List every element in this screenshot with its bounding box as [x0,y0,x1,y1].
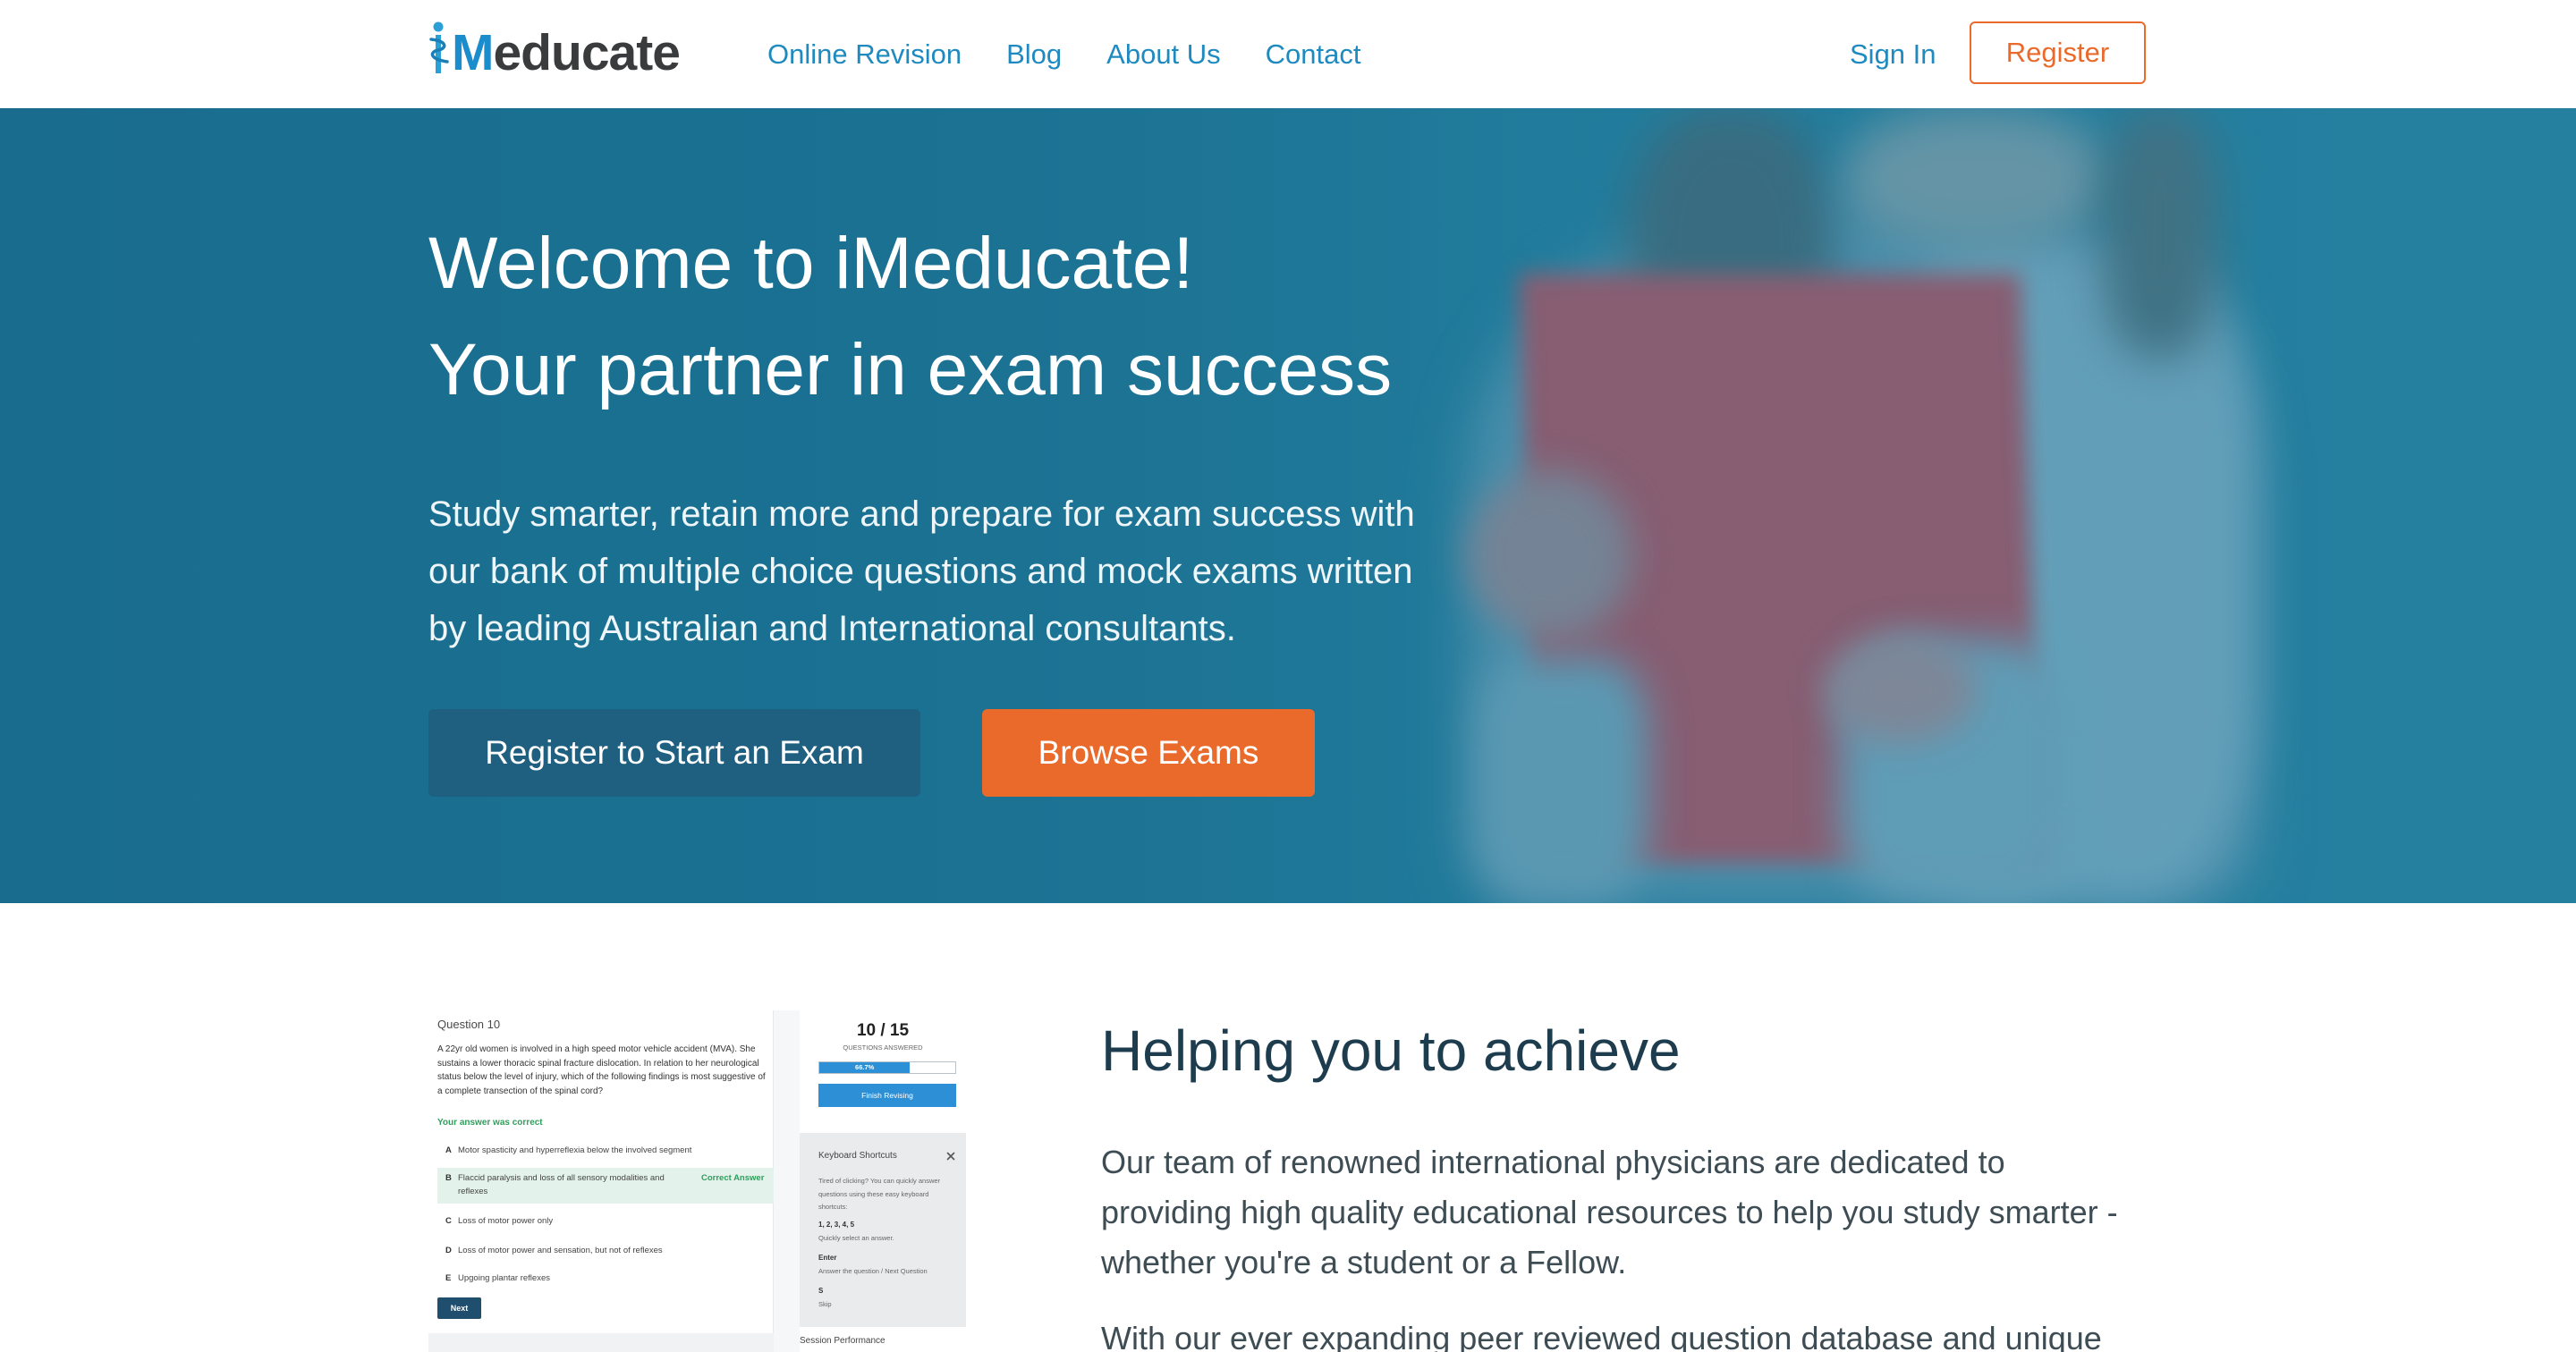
nav-about-us[interactable]: About Us [1106,38,1221,71]
hero-title-line-1: Welcome to iMeducate! [428,223,1194,304]
logo-accent-letter: M [452,24,494,81]
register-button[interactable]: Register [1970,21,2146,84]
option-text: Upgoing plantar reflexes [458,1273,550,1283]
hero-description: Study smarter, retain more and prepare f… [428,494,1415,648]
session-performance-label: Session Performance [800,1336,886,1346]
shortcut-item: S Skip [818,1285,953,1312]
hero-title: Welcome to iMeducate! Your partner in ex… [428,210,1392,423]
achieve-heading: Helping you to achieve [1101,1018,1681,1083]
shortcut-item: Enter Answer the question / Next Questio… [818,1252,953,1279]
sign-in-link[interactable]: Sign In [1850,0,1936,108]
shortcut-key: S [818,1287,824,1295]
option-letter: B [445,1173,452,1183]
shortcut-key: Enter [818,1254,837,1262]
shortcut-description: Answer the question / Next Question [818,1267,928,1275]
option-text: Loss of motor power only [458,1216,554,1226]
nav-online-revision[interactable]: Online Revision [767,38,962,71]
option-letter: D [445,1246,452,1255]
next-question-button: Next [437,1297,481,1319]
hero-title-line-2: Your partner in exam success [428,329,1393,410]
option-letter: C [445,1216,452,1226]
questions-answered-count: 10 / 15 [856,1021,910,1040]
progress-bar: 66.7% [818,1061,956,1074]
browse-exams-button[interactable]: Browse Exams [982,709,1315,797]
logo-rest-text: educate [493,24,680,81]
session-sidebar: 10 / 15 QUESTIONS ANSWERED 66.7% Finish … [800,1010,966,1352]
close-icon [946,1152,955,1161]
nav-contact[interactable]: Contact [1266,38,1361,71]
keyboard-shortcuts-intro: Tired of clicking? You can quickly answe… [818,1177,941,1211]
question-panel-footer [428,1333,774,1352]
logo[interactable]: Meducate [428,20,681,79]
option-letter: E [445,1273,452,1283]
logo-wordmark: Meducate [452,28,681,79]
question-panel: Question 10 A 22yr old women is involved… [428,1010,774,1352]
register-start-exam-button[interactable]: Register to Start an Exam [428,709,920,797]
caduceus-i-icon [429,21,449,73]
achieve-paragraph: Our team of renowned international physi… [1101,1144,2118,1280]
shortcut-key: 1, 2, 3, 4, 5 [818,1221,855,1229]
answer-feedback: Your answer was correct [437,1118,543,1128]
shortcut-description: Quickly select an answer. [818,1234,894,1242]
option-text: Motor spasticity and hyperreflexia below… [458,1145,692,1155]
option-text: Loss of motor power and sensation, but n… [458,1246,663,1255]
option-letter: A [445,1145,452,1155]
progress-fill: 66.7% [819,1062,911,1073]
shortcut-item: 1, 2, 3, 4, 5 Quickly select an answer. [818,1219,953,1246]
answer-option-b: B Flaccid paralysis and loss of all sens… [437,1168,774,1204]
questions-answered-caption: QUESTIONS ANSWERED [843,1044,923,1052]
keyboard-shortcuts-title: Keyboard Shortcuts [818,1151,897,1161]
site-header: Meducate Online Revision Blog About Us C… [0,0,2576,108]
option-text: Flaccid paralysis and loss of all sensor… [458,1173,665,1196]
achieve-paragraph: With our ever expanding peer reviewed qu… [1101,1320,2102,1352]
answer-option-e: E Upgoing plantar reflexes [437,1272,774,1285]
shortcut-description: Skip [818,1300,832,1308]
finish-revising-button: Finish Revising [818,1084,956,1107]
answer-option-d: D Loss of motor power and sensation, but… [437,1244,774,1257]
answer-option-c: C Loss of motor power only [437,1214,774,1228]
hero-section: Welcome to iMeducate! Your partner in ex… [0,108,2576,903]
achieve-body: Our team of renowned international physi… [1101,1137,2130,1352]
main-nav: Online Revision Blog About Us Contact [767,0,1361,108]
panel-gutter [774,1010,800,1352]
question-text: A 22yr old women is involved in a high s… [437,1044,766,1096]
keyboard-shortcuts-panel: Keyboard Shortcuts Tired of clicking? Yo… [800,1133,966,1327]
question-number: Question 10 [437,1018,501,1031]
answer-option-a: A Motor spasticity and hyperreflexia bel… [437,1144,774,1157]
correct-answer-tag: Correct Answer [701,1173,765,1183]
revision-app-screenshot: Question 10 A 22yr old women is involved… [428,1010,966,1352]
nav-blog[interactable]: Blog [1006,38,1062,71]
